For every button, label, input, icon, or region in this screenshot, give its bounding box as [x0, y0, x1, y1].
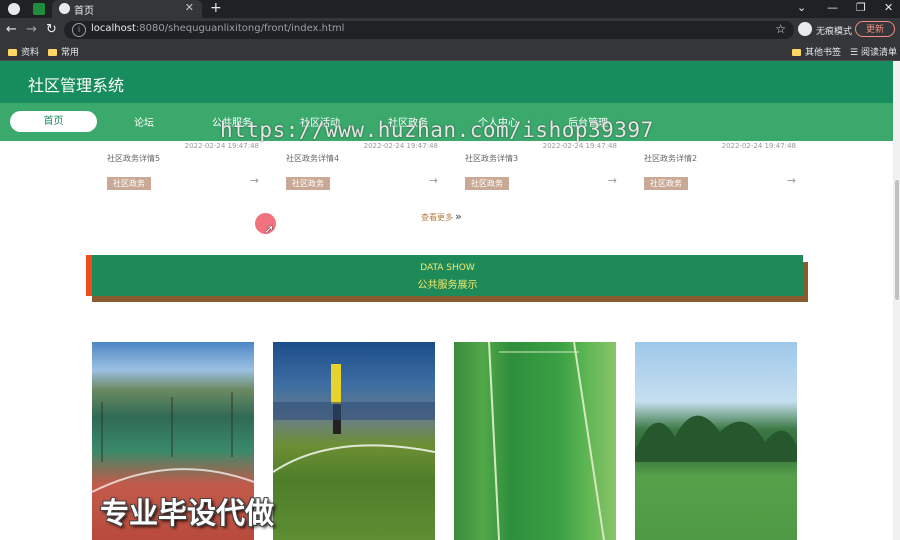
- news-tag: 社区政务: [107, 177, 151, 190]
- section-header: DATA SHOW 公共服务展示: [92, 255, 803, 296]
- section-title-en: DATA SHOW: [420, 263, 475, 273]
- browser-tab-bar: 首页 ✕ + ⌄ — ❐ ✕: [0, 0, 900, 18]
- news-card[interactable]: 2022-02-24 19:47:48 社区政务详情5 社区政务 →: [107, 141, 259, 196]
- page-scrollbar[interactable]: [893, 61, 900, 540]
- scrollbar-thumb[interactable]: [895, 180, 899, 300]
- news-title[interactable]: 社区政务详情4: [286, 153, 339, 164]
- tab-title: 首页: [74, 6, 94, 17]
- news-title[interactable]: 社区政务详情5: [107, 153, 160, 164]
- nav-home[interactable]: 首页: [10, 111, 97, 132]
- new-tab-button[interactable]: +: [210, 0, 222, 16]
- back-icon[interactable]: ←: [6, 22, 17, 37]
- close-tab-icon[interactable]: ✕: [185, 1, 194, 14]
- double-chevron-right-icon: »: [455, 210, 462, 223]
- news-title[interactable]: 社区政务详情3: [465, 153, 518, 164]
- url-path: :8080/shequguanlixitong/front/index.html: [135, 23, 345, 34]
- sheets-tab-icon[interactable]: [33, 3, 45, 15]
- site-title: 社区管理系统: [28, 76, 125, 95]
- bookmark-folder-other[interactable]: 其他书签: [792, 45, 841, 58]
- news-card[interactable]: 2022-02-24 19:47:48 社区政务详情4 社区政务 →: [286, 141, 438, 196]
- service-photo-football-pitch[interactable]: [273, 342, 435, 540]
- reading-list-icon: ☰: [850, 48, 861, 58]
- news-date: 2022-02-24 19:47:48: [542, 142, 617, 150]
- bookmark-folder-common[interactable]: 常用: [48, 45, 79, 58]
- pitch-detail: [273, 364, 435, 473]
- close-window-icon[interactable]: ✕: [884, 1, 893, 14]
- mouse-cursor-icon: ➚: [264, 222, 275, 236]
- news-tag: 社区政务: [465, 177, 509, 190]
- news-tag: 社区政务: [644, 177, 688, 190]
- bookmarks-bar: 资料 常用 其他书签 ☰ 阅读清单: [0, 42, 900, 61]
- url-host: localhost: [91, 23, 136, 34]
- news-card[interactable]: 2022-02-24 19:47:48 社区政务详情3 社区政务 →: [465, 141, 617, 196]
- tab-search-icon[interactable]: ⌄: [797, 1, 806, 14]
- bookmark-folder-docs[interactable]: 资料: [8, 45, 39, 58]
- arrow-right-icon[interactable]: →: [250, 174, 259, 187]
- news-title[interactable]: 社区政务详情2: [644, 153, 697, 164]
- arrow-right-icon[interactable]: →: [787, 174, 796, 187]
- address-toolbar: ← → ↻ i localhost:8080/shequguanlixitong…: [0, 18, 900, 42]
- news-tag: 社区政务: [286, 177, 330, 190]
- folder-icon: [792, 49, 801, 56]
- update-button[interactable]: 更新: [855, 21, 895, 37]
- maximize-icon[interactable]: ❐: [856, 1, 866, 14]
- arrow-right-icon[interactable]: →: [429, 174, 438, 187]
- forward-icon[interactable]: →: [26, 22, 37, 37]
- view-more-link[interactable]: 查看更多»: [421, 210, 462, 223]
- url-bar[interactable]: i localhost:8080/shequguanlixitong/front…: [64, 21, 794, 39]
- bookmark-star-icon[interactable]: ☆: [775, 22, 786, 36]
- news-card[interactable]: 2022-02-24 19:47:48 社区政务详情2 社区政务 →: [644, 141, 796, 196]
- treeline: [635, 415, 797, 462]
- url-text[interactable]: localhost:8080/shequguanlixitong/front/i…: [91, 23, 344, 34]
- service-photo-grass-field[interactable]: [635, 342, 797, 540]
- minimize-icon[interactable]: —: [827, 1, 838, 14]
- tab-home[interactable]: 首页 ✕: [52, 0, 202, 18]
- section-title-cn: 公共服务展示: [417, 280, 478, 291]
- arrow-right-icon[interactable]: →: [608, 174, 617, 187]
- news-date: 2022-02-24 19:47:48: [363, 142, 438, 150]
- turf-lines: [488, 342, 605, 540]
- browser-menu-icon[interactable]: [8, 3, 20, 15]
- news-date: 2022-02-24 19:47:48: [184, 142, 259, 150]
- site-header: 社区管理系统: [0, 61, 893, 103]
- site-info-icon[interactable]: i: [72, 23, 86, 37]
- folder-icon: [48, 49, 57, 56]
- reload-icon[interactable]: ↻: [46, 22, 57, 37]
- globe-icon: [59, 3, 70, 14]
- bottom-watermark: 专业毕设代做: [100, 496, 275, 530]
- watermark-url: https://www.huzhan.com/ishop39397: [220, 118, 654, 142]
- reading-list-button[interactable]: ☰ 阅读清单: [850, 45, 897, 58]
- service-photo-turf-field[interactable]: [454, 342, 616, 540]
- incognito-icon: [798, 22, 812, 36]
- nav-forum[interactable]: 论坛: [134, 114, 154, 129]
- news-date: 2022-02-24 19:47:48: [721, 142, 796, 150]
- incognito-label: 无痕模式: [816, 27, 853, 37]
- folder-icon: [8, 49, 17, 56]
